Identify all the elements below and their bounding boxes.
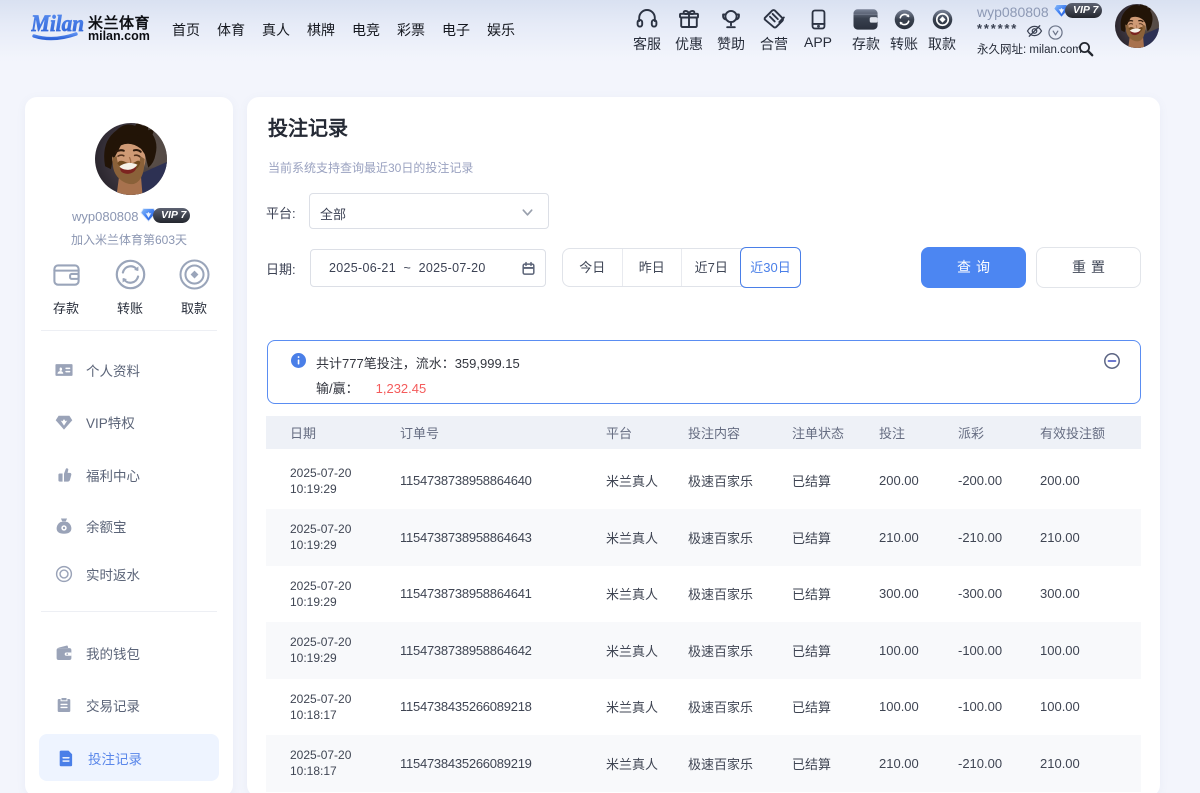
svg-text:Milan: Milan — [31, 11, 84, 36]
